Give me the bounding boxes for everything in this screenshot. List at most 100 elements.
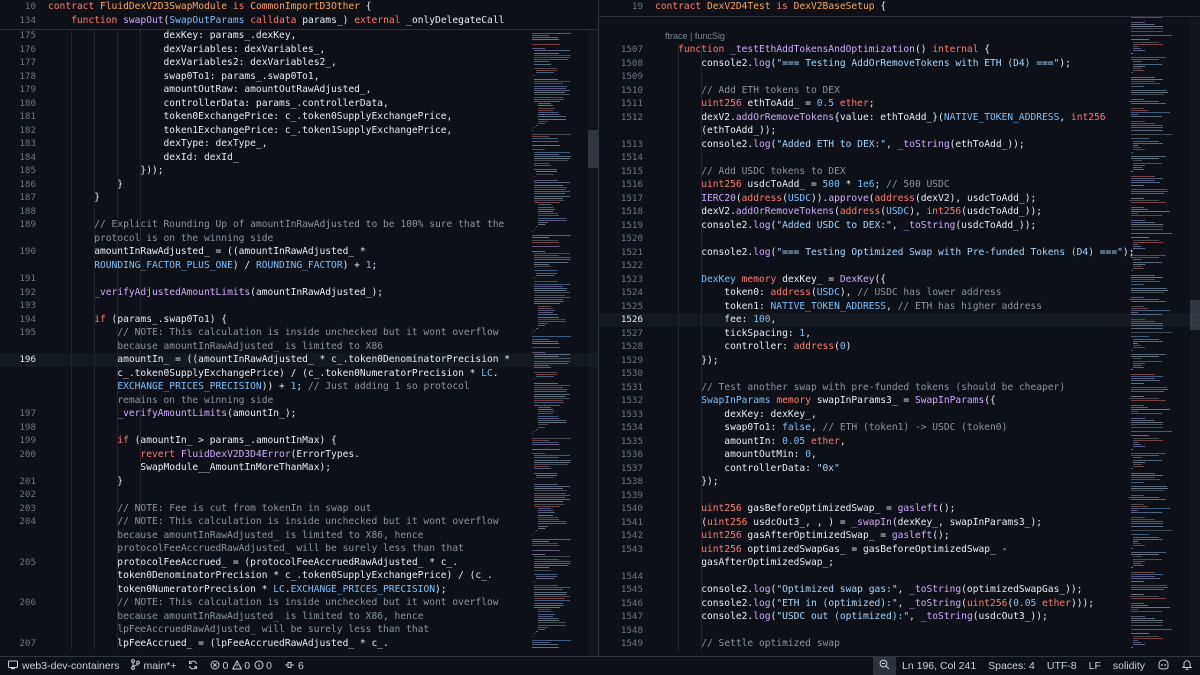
code-line[interactable]: 1527 tickSpacing: 1, — [599, 327, 1200, 341]
code-line[interactable]: 1507 function _testEthAddTokensAndOptimi… — [599, 43, 1200, 57]
code-line[interactable]: EXCHANGE_PRICES_PRECISION)) + 1; // Just… — [0, 380, 598, 394]
code-text[interactable]: if (params_.swap0To1) { — [48, 313, 227, 327]
code-text[interactable]: c_.token0SupplyExchangePrice) / (c_.toke… — [48, 367, 498, 381]
zoom-button[interactable] — [873, 657, 897, 675]
code-line[interactable]: 176 dexVariables: dexVariables_, — [0, 43, 598, 57]
code-line[interactable]: 195 // NOTE: This calculation is inside … — [0, 326, 598, 340]
code-line[interactable]: protocolFeeAccruedRawAdjusted_ will be s… — [0, 542, 598, 556]
code-text[interactable]: dexV2.addOrRemoveTokens{value: ethToAdd_… — [655, 111, 1105, 125]
code-text[interactable]: console2.log("USDC out (optimized):", _t… — [655, 610, 1048, 624]
minimap[interactable] — [1127, 0, 1185, 656]
code-text[interactable]: fee: 100, — [655, 313, 776, 327]
code-line[interactable]: 192 _verifyAdjustedAmountLimits(amountIn… — [0, 286, 598, 300]
code-text[interactable]: dexVariables2: dexVariables2_, — [48, 56, 337, 70]
scrollbar-thumb[interactable] — [588, 130, 598, 168]
git-branch-status[interactable]: main*+ — [125, 657, 182, 675]
code-line[interactable]: 1541 (uint256 usdcOut3_, , ) = _swapIn(d… — [599, 516, 1200, 530]
code-line[interactable]: 1512 dexV2.addOrRemoveTokens{value: ethT… — [599, 111, 1200, 125]
code-line[interactable]: 182 token1ExchangePrice: c_.token1Supply… — [0, 124, 598, 138]
code-line[interactable]: 1520 — [599, 232, 1200, 246]
code-text[interactable]: ROUNDING_FACTOR_PLUS_ONE) / ROUNDING_FAC… — [48, 259, 377, 273]
code-text[interactable]: uint256 ethToAdd_ = 0.5 ether; — [655, 97, 874, 111]
code-text[interactable]: uint256 usdcToAdd_ = 500 * 1e6; // 500 U… — [655, 178, 949, 192]
copilot-button[interactable] — [1151, 657, 1176, 675]
code-text[interactable]: } — [48, 475, 123, 489]
problems-indicator[interactable]: 0 0 0 — [204, 657, 278, 675]
code-text[interactable]: // NOTE: Fee is cut from tokenIn in swap… — [48, 502, 371, 516]
code-line[interactable]: because amountInRawAdjusted_ is limited … — [0, 529, 598, 543]
code-text[interactable]: SwapInParams memory swapInParams3_ = Swa… — [655, 394, 996, 408]
ports-indicator[interactable]: 6 — [278, 657, 310, 675]
code-line[interactable]: 189 // Explicit Rounding Up of amountInR… — [0, 218, 598, 232]
sticky-scroll-header[interactable]: 10 contract FluidDexV2D3SwapModule is Com… — [0, 0, 598, 30]
code-line[interactable]: 1518 dexV2.addOrRemoveTokens(address(USD… — [599, 205, 1200, 219]
code-line[interactable]: 1513 console2.log("Added ETH to DEX:", _… — [599, 138, 1200, 152]
code-text[interactable]: console2.log("ETH in (optimized):", _toS… — [655, 597, 1094, 611]
code-text[interactable]: }); — [655, 354, 718, 368]
code-line[interactable]: 1508 console2.log("=== Testing AddOrRemo… — [599, 57, 1200, 71]
code-line[interactable]: 1547 console2.log("USDC out (optimized):… — [599, 610, 1200, 624]
code-line[interactable]: 1532 SwapInParams memory swapInParams3_ … — [599, 394, 1200, 408]
code-text[interactable]: _verifyAdjustedAmountLimits(amountInRawA… — [48, 286, 383, 300]
code-line[interactable]: 1509 — [599, 70, 1200, 84]
remote-indicator[interactable]: web3-dev-containers — [0, 657, 126, 675]
code-line[interactable]: 1538 }); — [599, 475, 1200, 489]
code-text[interactable]: because amountInRawAdjusted_ is limited … — [48, 529, 423, 543]
code-line[interactable]: 188 — [0, 205, 598, 219]
code-text[interactable]: }); — [655, 475, 718, 489]
code-text[interactable]: protocolFeeAccruedRawAdjusted_ will be s… — [48, 542, 464, 556]
code-text[interactable]: contract DexV2D4Test is DexV2BaseSetup { — [655, 0, 886, 14]
code-line[interactable]: ROUNDING_FACTOR_PLUS_ONE) / ROUNDING_FAC… — [0, 259, 598, 273]
code-line[interactable]: 202 — [0, 488, 598, 502]
code-text[interactable]: controller: address(0) — [655, 340, 851, 354]
code-text[interactable]: function _testEthAddTokensAndOptimizatio… — [655, 43, 990, 57]
code-line[interactable]: 183 dexType: dexType_, — [0, 137, 598, 151]
code-text[interactable]: remains on the winning side — [48, 394, 273, 408]
code-line[interactable]: 193 — [0, 299, 598, 313]
code-line[interactable]: (ethToAdd_)); — [599, 124, 1200, 138]
code-text[interactable]: amountOutRaw: amountOutRawAdjusted_, — [48, 83, 372, 97]
code-line[interactable]: 197 _verifyAmountLimits(amountIn_); — [0, 407, 598, 421]
code-line[interactable]: because amountInRawAdjusted_ is limited … — [0, 610, 598, 624]
code-text[interactable]: dexType: dexType_, — [48, 137, 268, 151]
code-line[interactable]: 19 contract DexV2D4Test is DexV2BaseSetup… — [599, 0, 1200, 14]
code-text[interactable]: console2.log("=== Testing Optimized Swap… — [655, 246, 1134, 260]
code-line[interactable]: 194 if (params_.swap0To1) { — [0, 313, 598, 327]
code-text[interactable]: // NOTE: This calculation is inside unch… — [48, 515, 498, 529]
code-text[interactable]: amountIn: 0.05 ether, — [655, 435, 845, 449]
code-line[interactable]: 185 })); — [0, 164, 598, 178]
code-text[interactable]: // Test another swap with pre-funded tok… — [655, 381, 1065, 395]
code-line[interactable]: 1525 token1: NATIVE_TOKEN_ADDRESS, // ET… — [599, 300, 1200, 314]
code-line[interactable]: 1549 // Settle optimized swap — [599, 637, 1200, 651]
code-line[interactable]: 1545 console2.log("Optimized swap gas:",… — [599, 583, 1200, 597]
code-text[interactable]: protocol is on the winning side — [48, 232, 273, 246]
code-line[interactable]: 1533 dexKey: dexKey_, — [599, 408, 1200, 422]
code-line[interactable]: 1542 uint256 gasAfterOptimizedSwap_ = ga… — [599, 529, 1200, 543]
code-text[interactable]: })); — [48, 164, 163, 178]
code-text[interactable]: dexKey: dexKey_, — [655, 408, 816, 422]
code-line[interactable]: 1535 amountIn: 0.05 ether, — [599, 435, 1200, 449]
sticky-scroll-header[interactable]: 19 contract DexV2D4Test is DexV2BaseSetup… — [599, 0, 1200, 17]
eol-selector[interactable]: LF — [1083, 657, 1107, 675]
code-text[interactable]: lpFeeAccruedRawAdjusted_ will be surely … — [48, 623, 429, 637]
code-line[interactable]: 1511 uint256 ethToAdd_ = 0.5 ether; — [599, 97, 1200, 111]
code-line[interactable]: 1540 uint256 gasBeforeOptimizedSwap_ = g… — [599, 502, 1200, 516]
code-line[interactable]: 207 lpFeeAccrued_ = (lpFeeAccruedRawAdju… — [0, 637, 598, 651]
code-line[interactable]: 186 } — [0, 178, 598, 192]
code-line[interactable]: 175 dexKey: params_.dexKey, — [0, 29, 598, 43]
code-line[interactable]: 203 // NOTE: Fee is cut from tokenIn in … — [0, 502, 598, 516]
code-text[interactable]: IERC20(address(USDC)).approve(address(de… — [655, 192, 1036, 206]
code-line[interactable]: 1546 console2.log("ETH in (optimized):",… — [599, 597, 1200, 611]
codelens[interactable]: ftrace | funcSig — [599, 30, 1200, 44]
code-text[interactable]: contract FluidDexV2D3SwapModule is Commo… — [48, 0, 372, 14]
code-line[interactable]: 1516 uint256 usdcToAdd_ = 500 * 1e6; // … — [599, 178, 1200, 192]
code-line[interactable]: 180 controllerData: params_.controllerDa… — [0, 97, 598, 111]
code-text[interactable]: (ethToAdd_)); — [655, 124, 776, 138]
code-line[interactable]: 1531 // Test another swap with pre-funde… — [599, 381, 1200, 395]
code-text[interactable]: lpFeeAccrued_ = (lpFeeAccruedRawAdjusted… — [48, 637, 388, 651]
code-text[interactable]: uint256 optimizedSwapGas_ = gasBeforeOpt… — [655, 543, 1007, 557]
code-text[interactable]: amountOutMin: 0, — [655, 448, 816, 462]
code-line[interactable]: 1543 uint256 optimizedSwapGas_ = gasBefo… — [599, 543, 1200, 557]
code-line[interactable]: 1521 console2.log("=== Testing Optimized… — [599, 246, 1200, 260]
code-line[interactable]: 187 } — [0, 191, 598, 205]
